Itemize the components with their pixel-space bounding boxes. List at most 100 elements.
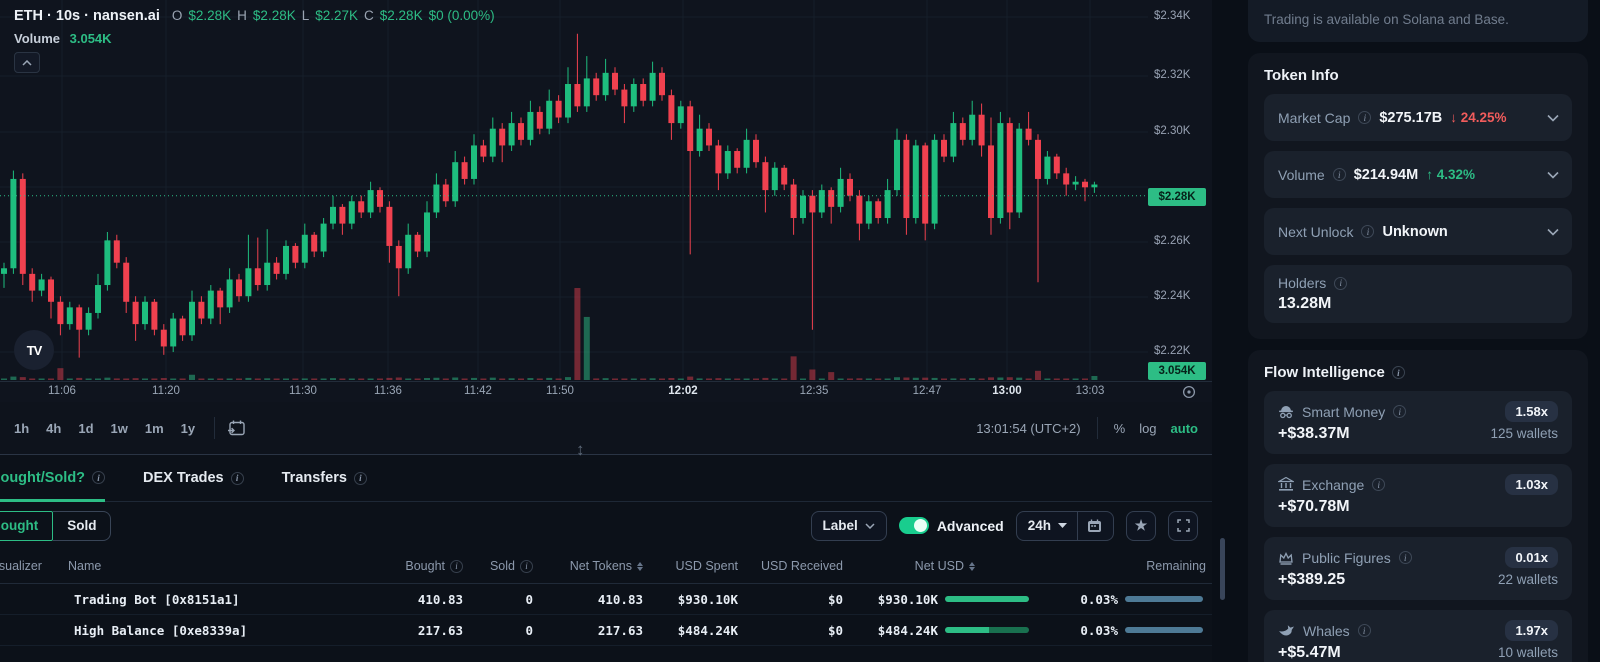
candle-body xyxy=(76,307,82,329)
calendar-icon[interactable] xyxy=(1077,512,1102,540)
col-sold[interactable]: Soldi xyxy=(463,559,533,573)
holders-card[interactable]: Holders i 13.28M xyxy=(1264,265,1572,323)
interval-1h[interactable]: 1h xyxy=(14,421,29,436)
volume-bar xyxy=(480,379,486,381)
volume-bar xyxy=(791,356,797,380)
time-axis-label: 11:50 xyxy=(546,385,574,397)
info-icon[interactable]: i xyxy=(354,472,367,485)
candle-body xyxy=(668,95,674,123)
candle-body xyxy=(198,302,204,319)
sidebar-scrollbar[interactable] xyxy=(1220,538,1225,600)
col-usd-spent[interactable]: USD Spent xyxy=(643,559,738,573)
col-remaining[interactable]: Remaining xyxy=(1033,559,1212,573)
advanced-toggle[interactable] xyxy=(899,517,929,534)
log-scale-button[interactable]: log xyxy=(1139,421,1156,436)
candle-body xyxy=(791,185,797,219)
candle-body xyxy=(245,268,251,296)
time-range-dropdown[interactable]: 24h xyxy=(1016,511,1114,541)
candle-body xyxy=(339,207,345,224)
candle-body xyxy=(29,274,35,291)
volume-value: 3.054K xyxy=(70,31,112,46)
flow-intelligence-title: Flow Intelligencei xyxy=(1264,364,1572,381)
price-axis[interactable]: $2.34K$2.32K$2.30K$2.26K$2.24K$2.22K $2.… xyxy=(1148,0,1212,381)
table-row[interactable]: High Balance [0xe8339a]217.630217.63$484… xyxy=(0,615,1212,646)
price-chart-panel[interactable]: ETH · 10s · nansen.ai O$2.28K H$2.28K L$… xyxy=(0,0,1212,455)
info-icon[interactable]: i xyxy=(1358,111,1371,124)
public-figures-card[interactable]: Public Figuresi0.01x+$389.2522 wallets xyxy=(1264,537,1572,600)
sold-segment-button[interactable]: Sold xyxy=(53,511,111,541)
info-icon[interactable]: i xyxy=(1361,225,1374,238)
interval-1m[interactable]: 1m xyxy=(145,421,164,436)
info-icon[interactable]: i xyxy=(520,560,533,573)
volume-bar xyxy=(170,379,176,381)
tab-transfers[interactable]: Transfersi xyxy=(282,455,367,501)
info-icon[interactable]: i xyxy=(1358,624,1371,637)
info-icon[interactable]: i xyxy=(1372,478,1385,491)
clock-utc[interactable]: 13:01:54 (UTC+2) xyxy=(976,421,1080,436)
volume-bar xyxy=(856,378,862,380)
info-icon[interactable]: i xyxy=(1392,366,1405,379)
favorite-button[interactable]: ★ xyxy=(1126,511,1156,541)
candle-body xyxy=(753,140,759,162)
panel-resize-handle[interactable]: ↕ xyxy=(576,440,585,460)
col-net-usd[interactable]: Net USD xyxy=(843,559,1033,573)
candle-body xyxy=(650,73,656,101)
interval-1y[interactable]: 1y xyxy=(181,421,195,436)
info-icon[interactable]: i xyxy=(1334,277,1347,290)
info-icon[interactable]: i xyxy=(1393,405,1406,418)
toolbar-divider xyxy=(214,417,215,439)
info-icon[interactable]: i xyxy=(450,560,463,573)
sort-icon[interactable] xyxy=(969,562,975,571)
chevron-down-icon[interactable] xyxy=(1547,171,1559,178)
exchange-card[interactable]: Exchangei1.03x+$70.78M xyxy=(1264,464,1572,527)
info-icon[interactable]: i xyxy=(1333,168,1346,181)
volume-card[interactable]: Volume i $214.94M ↑ 4.32% xyxy=(1264,151,1572,198)
collapse-legend-button[interactable] xyxy=(14,52,40,73)
chevron-down-icon[interactable] xyxy=(1547,228,1559,235)
tradingview-logo[interactable]: TV xyxy=(14,330,54,370)
market-cap-card[interactable]: Market Cap i $275.17B ↓ 24.25% xyxy=(1264,94,1572,141)
col-visualizer[interactable]: Visualizer xyxy=(0,559,56,573)
wallet-count: 125 wallets xyxy=(1490,426,1558,441)
fullscreen-button[interactable] xyxy=(1168,511,1198,541)
next-unlock-card[interactable]: Next Unlock i Unknown xyxy=(1264,208,1572,255)
smart-money-card[interactable]: Smart Moneyi1.58x+$38.37M125 wallets xyxy=(1264,391,1572,454)
col-usd-received[interactable]: USD Received xyxy=(738,559,843,573)
chevron-down-icon[interactable] xyxy=(1547,114,1559,121)
bought-segment-button[interactable]: Bought xyxy=(0,511,53,541)
info-icon[interactable]: i xyxy=(1399,551,1412,564)
candle-body xyxy=(443,185,449,202)
volume-bar xyxy=(217,379,223,381)
time-axis[interactable]: 11:0611:2011:3011:3611:4211:5012:0212:35… xyxy=(0,381,1212,402)
interval-4h[interactable]: 4h xyxy=(46,421,61,436)
candle-body xyxy=(866,201,872,223)
candle-body xyxy=(358,201,364,212)
info-icon[interactable]: i xyxy=(92,471,105,484)
candle-body xyxy=(772,168,778,190)
tab-bought-sold[interactable]: Bought/Sold?i xyxy=(0,456,105,502)
tab-dex-trades[interactable]: DEX Tradesi xyxy=(143,455,244,501)
label-filter-dropdown[interactable]: Label xyxy=(811,511,887,541)
interval-1d[interactable]: 1d xyxy=(78,421,93,436)
percent-scale-button[interactable]: % xyxy=(1114,421,1126,436)
chevron-down-icon xyxy=(1058,523,1067,528)
candle-body xyxy=(415,235,421,252)
candle-body xyxy=(979,115,985,146)
cell-remaining: 0.03% xyxy=(1033,623,1118,638)
candlestick-chart[interactable] xyxy=(0,0,1148,381)
next-unlock-label: Next Unlock xyxy=(1278,224,1353,240)
whales-card[interactable]: Whalesi1.97x+$5.47M10 wallets xyxy=(1264,610,1572,662)
table-row[interactable]: Trading Bot [0x8151a1]410.830410.83$930.… xyxy=(0,584,1212,615)
col-name[interactable]: Name xyxy=(68,559,328,573)
low-value: $2.27K xyxy=(315,8,358,23)
auto-scale-button[interactable]: auto xyxy=(1171,421,1198,436)
candle-body xyxy=(39,279,45,290)
col-bought[interactable]: Boughti xyxy=(328,559,463,573)
interval-1w[interactable]: 1w xyxy=(111,421,128,436)
flow-card-value: +$389.25 xyxy=(1278,571,1345,589)
axis-settings-icon[interactable] xyxy=(1182,385,1196,399)
col-net-tokens[interactable]: Net Tokens xyxy=(533,559,643,573)
candle-body xyxy=(349,201,355,223)
date-range-icon[interactable] xyxy=(227,420,246,437)
info-icon[interactable]: i xyxy=(231,472,244,485)
